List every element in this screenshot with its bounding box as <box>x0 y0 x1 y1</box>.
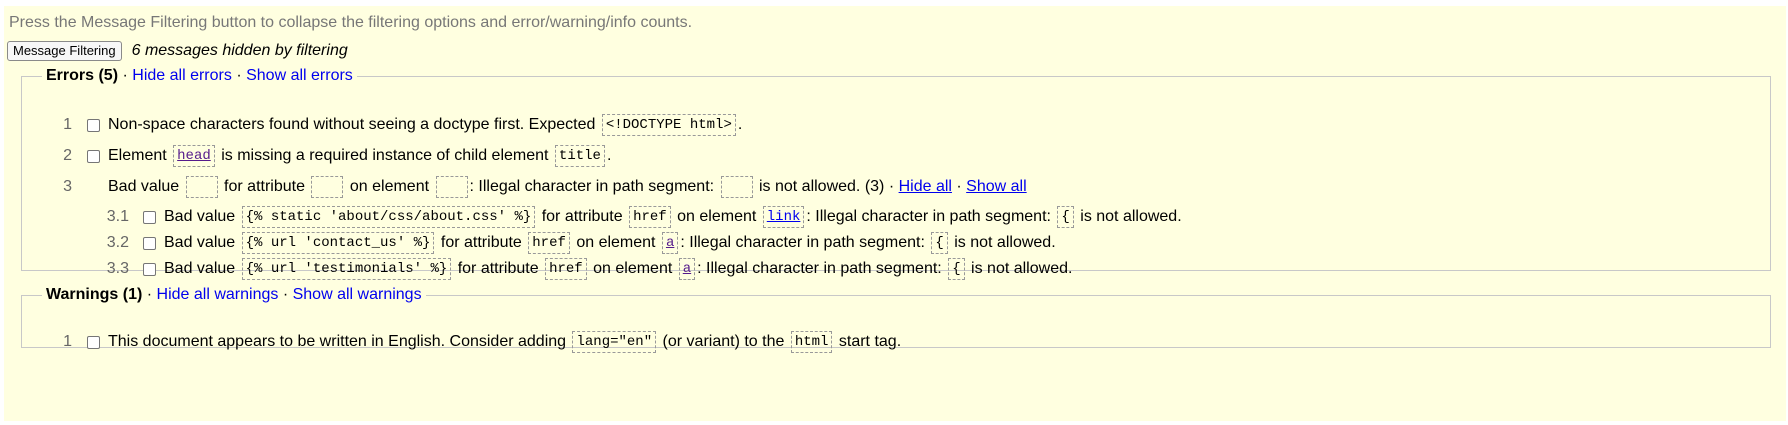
warning-number: 1 <box>63 333 72 350</box>
error-row-3: 3 Bad value for attribute on element : I… <box>22 175 1027 199</box>
blank-code-placeholder <box>185 176 218 198</box>
legend-separator: · <box>122 67 128 84</box>
error-checkbox[interactable] <box>87 149 100 163</box>
legend-separator: · <box>282 286 289 303</box>
show-all-group-link[interactable]: Show all <box>966 178 1026 196</box>
error-number: 3 <box>63 178 72 195</box>
warning-row-1: 1 This document appears to be written in… <box>22 330 901 354</box>
code-snippet: href <box>545 258 587 280</box>
warning-text: start tag. <box>834 333 902 350</box>
error-checkbox[interactable] <box>143 262 156 276</box>
error-text: Bad value <box>164 234 240 251</box>
error-subnumber: 3.3 <box>106 260 129 277</box>
group-separator: · <box>951 178 967 195</box>
legend-separator: · <box>146 286 153 303</box>
error-text: is not allowed. <box>1075 208 1182 225</box>
error-text: Non-space characters found without seein… <box>108 116 600 133</box>
warning-text: This document appears to be written in E… <box>108 333 571 350</box>
legend-separator: · <box>236 67 242 84</box>
hidden-messages-count: 6 messages hidden by filtering <box>131 42 348 59</box>
error-subrow-3-2: 3.2 Bad value {% url 'contact_us' %} for… <box>22 231 1056 255</box>
code-snippet: { <box>948 258 965 280</box>
error-text: . <box>737 116 743 133</box>
error-text: for attribute <box>219 178 310 195</box>
head-element-link[interactable]: head <box>177 148 211 164</box>
warnings-title: Warnings (1) <box>46 286 143 303</box>
error-subrow-3-1: 3.1 Bad value {% static 'about/css/about… <box>22 205 1182 229</box>
error-text: for attribute <box>453 260 544 277</box>
code-snippet: href <box>629 206 671 228</box>
error-text: for attribute <box>537 208 628 225</box>
error-text: is not allowed. <box>949 234 1056 251</box>
hide-all-errors-link[interactable]: Hide all errors <box>132 67 232 84</box>
warnings-group: Warnings (1) · Hide all warnings · Show … <box>21 286 1771 353</box>
code-snippet: href <box>528 232 570 254</box>
error-subnumber: 3.1 <box>106 208 129 225</box>
error-text: Element <box>108 147 172 164</box>
error-text: on element <box>588 260 677 277</box>
show-all-errors-link[interactable]: Show all errors <box>246 67 353 84</box>
error-text: . <box>606 147 612 164</box>
code-snippet: { <box>1057 206 1074 228</box>
errors-title: Errors (5) <box>46 67 119 84</box>
code-snippet: <!DOCTYPE html> <box>601 114 736 136</box>
errors-group: Errors (5) · Hide all errors · Show all … <box>21 67 1771 280</box>
error-text: Bad value <box>108 178 184 195</box>
hide-all-group-link[interactable]: Hide all <box>899 178 952 196</box>
blank-code-placeholder <box>435 176 468 198</box>
error-text: on element <box>571 234 660 251</box>
code-snippet: html <box>790 331 833 353</box>
error-text: : Illegal character in path segment: <box>680 234 930 251</box>
warning-checkbox[interactable] <box>87 335 100 349</box>
hide-all-warnings-link[interactable]: Hide all warnings <box>157 286 279 303</box>
warning-text: (or variant) to the <box>658 333 789 350</box>
message-filter-panel: Press the Message Filtering button to co… <box>4 6 1786 421</box>
code-snippet: {% static 'about/css/about.css' %} <box>241 206 536 228</box>
blank-code-placeholder <box>311 176 344 198</box>
error-text: : Illegal character in path segment: <box>806 208 1056 225</box>
error-text: on element <box>345 178 434 195</box>
error-row-1: 1 Non-space characters found without see… <box>22 113 742 137</box>
code-snippet: {% url 'testimonials' %} <box>241 258 452 280</box>
link-element-link[interactable]: link <box>767 209 801 225</box>
filter-toolbar: Message Filtering 6 messages hidden by f… <box>7 40 348 62</box>
error-checkbox[interactable] <box>143 236 156 250</box>
error-text: is not allowed. <box>966 260 1073 277</box>
code-snippet: lang="en" <box>572 331 657 353</box>
error-checkbox[interactable] <box>87 118 100 132</box>
error-subrow-3-3: 3.3 Bad value {% url 'testimonials' %} f… <box>22 257 1072 281</box>
error-text: is missing a required instance of child … <box>216 147 553 164</box>
warnings-legend: Warnings (1) · Hide all warnings · Show … <box>42 286 426 304</box>
error-text: is not allowed. (3) · <box>754 178 899 195</box>
error-text: for attribute <box>436 234 527 251</box>
errors-legend: Errors (5) · Hide all errors · Show all … <box>42 67 357 85</box>
error-row-2: 2 Element head is missing a required ins… <box>22 144 611 168</box>
error-text: : Illegal character in path segment: <box>469 178 719 195</box>
code-snippet: head <box>173 145 215 167</box>
a-element-link[interactable]: a <box>683 261 691 277</box>
error-checkbox[interactable] <box>143 210 156 224</box>
error-text: Bad value <box>164 260 240 277</box>
message-filtering-button[interactable]: Message Filtering <box>7 41 122 61</box>
a-element-link[interactable]: a <box>666 235 674 251</box>
error-number: 2 <box>63 147 72 164</box>
error-text: on element <box>672 208 761 225</box>
code-snippet: link <box>762 206 805 228</box>
code-snippet: { <box>931 232 948 254</box>
error-text: Bad value <box>164 208 240 225</box>
code-snippet: title <box>554 145 605 167</box>
code-snippet: a <box>678 258 696 280</box>
show-all-warnings-link[interactable]: Show all warnings <box>293 286 422 303</box>
error-text: : Illegal character in path segment: <box>697 260 947 277</box>
code-snippet: {% url 'contact_us' %} <box>241 232 435 254</box>
error-number: 1 <box>63 116 72 133</box>
code-snippet: a <box>661 232 679 254</box>
error-subnumber: 3.2 <box>106 234 129 251</box>
blank-code-placeholder <box>720 176 753 198</box>
filtering-instructions: Press the Message Filtering button to co… <box>9 14 693 31</box>
